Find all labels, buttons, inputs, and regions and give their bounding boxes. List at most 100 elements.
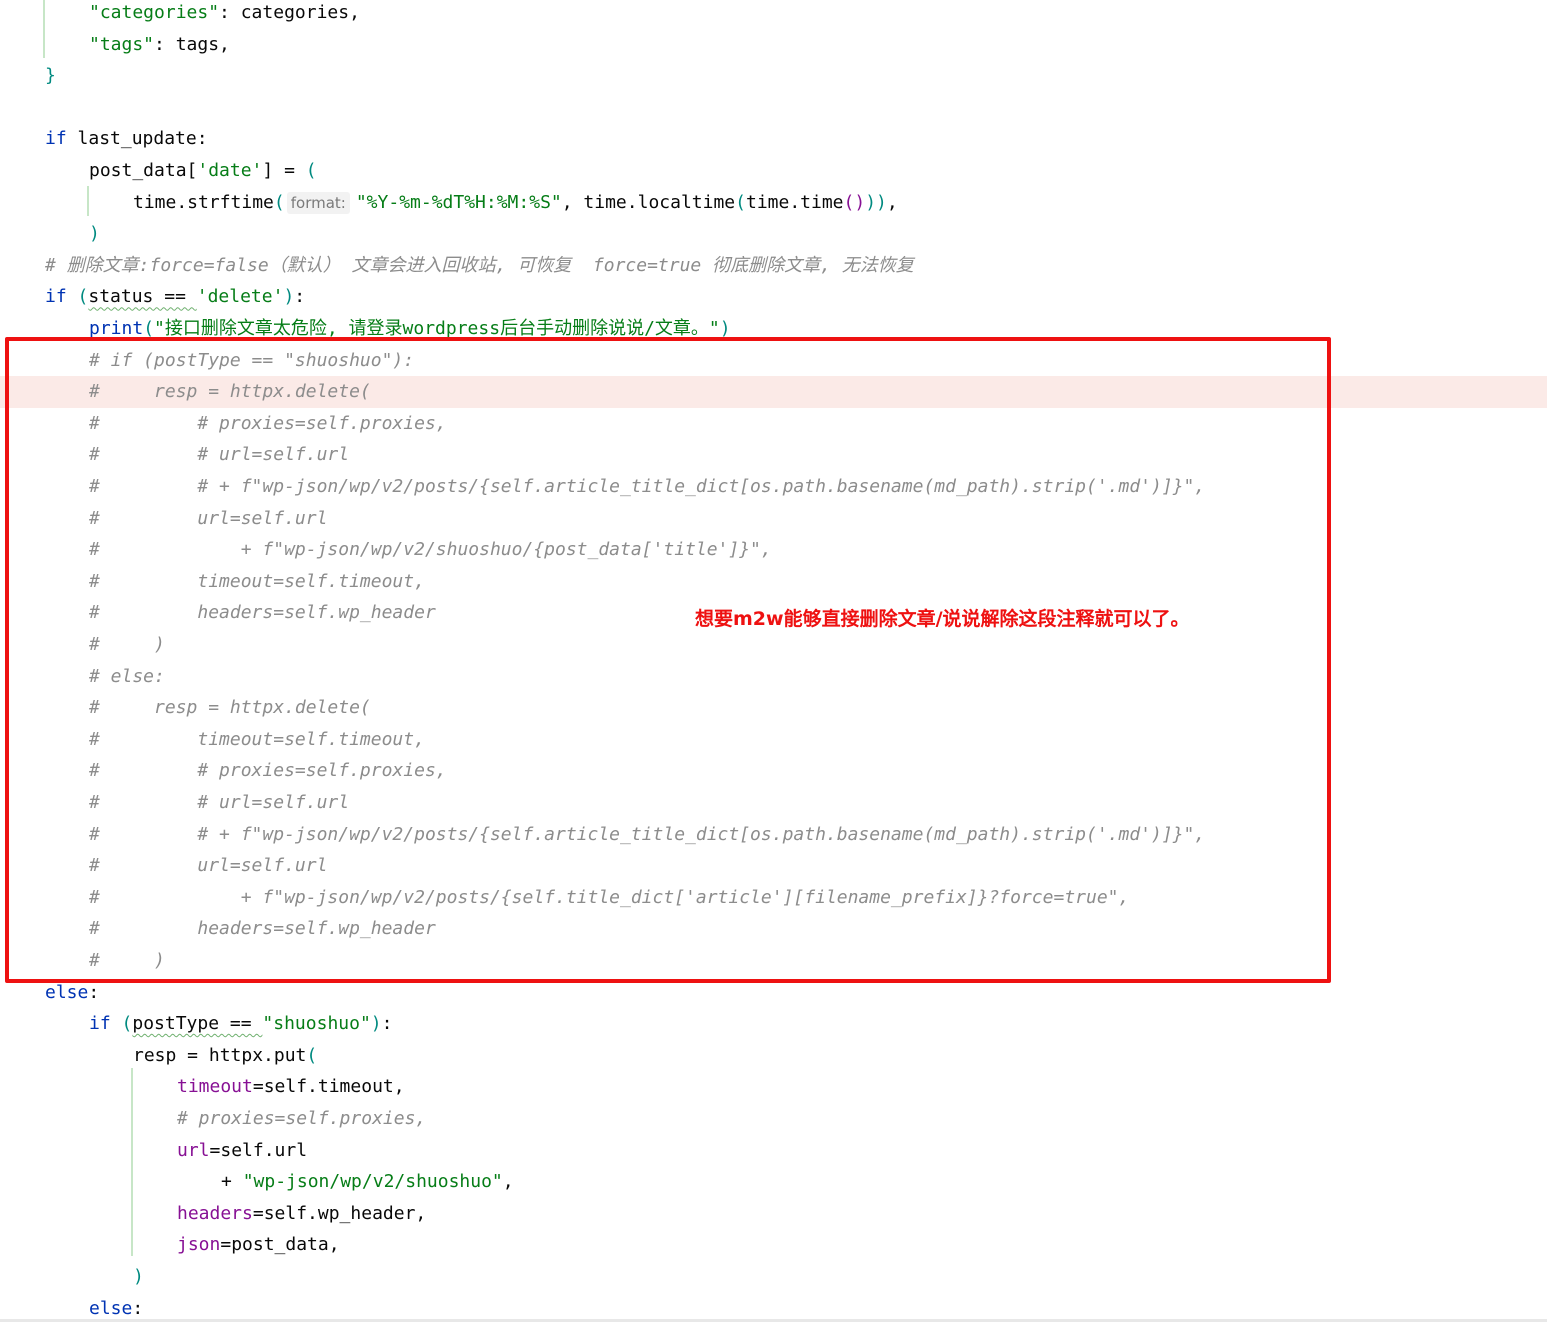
code-token: }	[45, 65, 56, 87]
code-line[interactable]: # proxies=self.proxies,	[0, 1103, 1547, 1135]
code-token: "categories"	[89, 2, 220, 23]
code-token: : categories,	[219, 2, 360, 23]
code-token: "shuoshuo"	[262, 1013, 371, 1035]
code-line[interactable]: )	[0, 218, 1547, 250]
code-token: headers	[177, 1202, 253, 1224]
code-line[interactable]: "tags": tags,	[0, 29, 1547, 61]
code-token: ] =	[262, 160, 306, 181]
code-line-text: resp = httpx.put(	[133, 1040, 317, 1072]
code-token: time.time	[745, 191, 844, 213]
code-token: ,	[886, 191, 898, 213]
code-token: :	[294, 286, 306, 308]
code-token: (	[305, 160, 317, 181]
code-token: )	[283, 286, 295, 308]
code-line-text: if (status == 'delete'):	[45, 281, 305, 313]
code-token: "wp-json/wp/v2/shuoshuo"	[242, 1171, 503, 1193]
code-token: url	[177, 1139, 210, 1161]
code-line-text: timeout=self.timeout,	[177, 1071, 405, 1103]
code-token: )	[370, 1013, 382, 1035]
indent-guide	[87, 186, 89, 216]
code-line-text: post_data['date'] = (	[89, 155, 317, 187]
code-token: resp = httpx.put	[133, 1044, 307, 1066]
code-line[interactable]: json=post_data,	[0, 1229, 1547, 1261]
code-line-text: # proxies=self.proxies,	[177, 1103, 426, 1135]
code-line-text: json=post_data,	[177, 1229, 340, 1261]
code-token: (	[273, 191, 285, 213]
code-token: =self.wp_header,	[252, 1202, 427, 1224]
code-token: )	[133, 1266, 144, 1287]
code-token: # proxies=self.proxies,	[177, 1108, 427, 1129]
code-line[interactable]: timeout=self.timeout,	[0, 1071, 1547, 1103]
code-line[interactable]: if (postType == "shuoshuo"):	[0, 1008, 1547, 1040]
code-token: )	[719, 318, 731, 339]
code-line-text: )	[133, 1261, 144, 1293]
code-token: timeout	[177, 1076, 253, 1098]
parameter-hint: format:	[286, 191, 350, 214]
code-line-text: }	[45, 60, 56, 92]
code-token: +	[221, 1171, 243, 1193]
code-token: :	[381, 1013, 393, 1035]
code-line[interactable]	[0, 92, 1547, 124]
code-line[interactable]: if last_update:	[0, 123, 1547, 155]
code-token: (	[735, 191, 746, 213]
code-token: ))	[865, 191, 887, 213]
code-line-text: # 删除文章:force=false（默认） 文章会进入回收站, 可恢复 for…	[45, 250, 914, 282]
code-line-text: if (postType == "shuoshuo"):	[89, 1008, 392, 1040]
code-line-text: )	[89, 218, 100, 250]
code-token: =post_data,	[220, 1234, 340, 1256]
code-line-text: + "wp-json/wp/v2/shuoshuo",	[221, 1166, 514, 1198]
code-line-text: headers=self.wp_header,	[177, 1198, 426, 1230]
code-line[interactable]: time.strftime(format: "%Y-%m-%dT%H:%M:%S"…	[0, 187, 1547, 219]
code-token: postType ==	[132, 1013, 263, 1035]
code-line[interactable]: headers=self.wp_header,	[0, 1198, 1547, 1230]
code-line[interactable]: }	[0, 60, 1547, 92]
code-token: ,	[502, 1171, 514, 1193]
code-token: 'delete'	[196, 286, 284, 308]
code-token: (	[77, 286, 89, 308]
code-token: print	[89, 318, 144, 339]
code-token: , time.localtime	[561, 191, 736, 213]
code-token: : tags,	[154, 33, 230, 55]
code-line[interactable]: post_data['date'] = (	[0, 155, 1547, 187]
code-line[interactable]: )	[0, 1261, 1547, 1293]
code-line[interactable]: "categories": categories,	[0, 0, 1547, 29]
code-token: (	[143, 318, 155, 339]
code-token: ()	[843, 191, 866, 213]
code-line-text: if last_update:	[45, 123, 208, 155]
code-token: )	[89, 223, 100, 245]
code-token: time.strftime	[133, 191, 274, 213]
code-token: status ==	[88, 286, 197, 308]
code-token: 'date'	[197, 160, 263, 181]
code-line[interactable]: resp = httpx.put(	[0, 1040, 1547, 1072]
code-token: else	[89, 1297, 133, 1319]
code-token: "接口删除文章太危险, 请登录wordpress后台手动删除说说/文章。"	[154, 318, 720, 339]
code-line[interactable]: if (status == 'delete'):	[0, 281, 1547, 313]
annotation-text: 想要m2w能够直接删除文章/说说解除这段注释就可以了。	[695, 608, 1190, 630]
code-line-text: url=self.url	[177, 1135, 307, 1167]
code-line[interactable]: + "wp-json/wp/v2/shuoshuo",	[0, 1166, 1547, 1198]
code-token: else	[45, 981, 89, 1003]
code-token: (	[121, 1013, 133, 1035]
code-token: "tags"	[89, 33, 155, 55]
annotation-highlight-box	[5, 337, 1331, 983]
code-token: if	[89, 1013, 111, 1035]
code-token: "%Y-%m-%dT%H:%M:%S"	[355, 191, 562, 213]
code-token: last_update:	[66, 128, 208, 150]
code-token: =self.timeout,	[252, 1076, 405, 1098]
indent-guide	[43, 0, 45, 58]
code-line-text: "categories": categories,	[89, 0, 360, 29]
code-token: =self.url	[209, 1139, 308, 1161]
code-line[interactable]: # 删除文章:force=false（默认） 文章会进入回收站, 可恢复 for…	[0, 250, 1547, 282]
code-token: post_data[	[89, 160, 198, 181]
code-line-text: time.strftime(format: "%Y-%m-%dT%H:%M:%S"…	[133, 187, 898, 219]
code-token: (	[306, 1044, 318, 1066]
code-token: json	[177, 1234, 221, 1256]
code-token: :	[88, 981, 100, 1003]
code-token: if	[45, 286, 67, 308]
code-line[interactable]: url=self.url	[0, 1135, 1547, 1167]
code-token: :	[132, 1297, 144, 1319]
code-line-text: "tags": tags,	[89, 29, 230, 61]
code-token: # 删除文章:force=false（默认） 文章会进入回收站, 可恢复 for…	[45, 254, 914, 276]
